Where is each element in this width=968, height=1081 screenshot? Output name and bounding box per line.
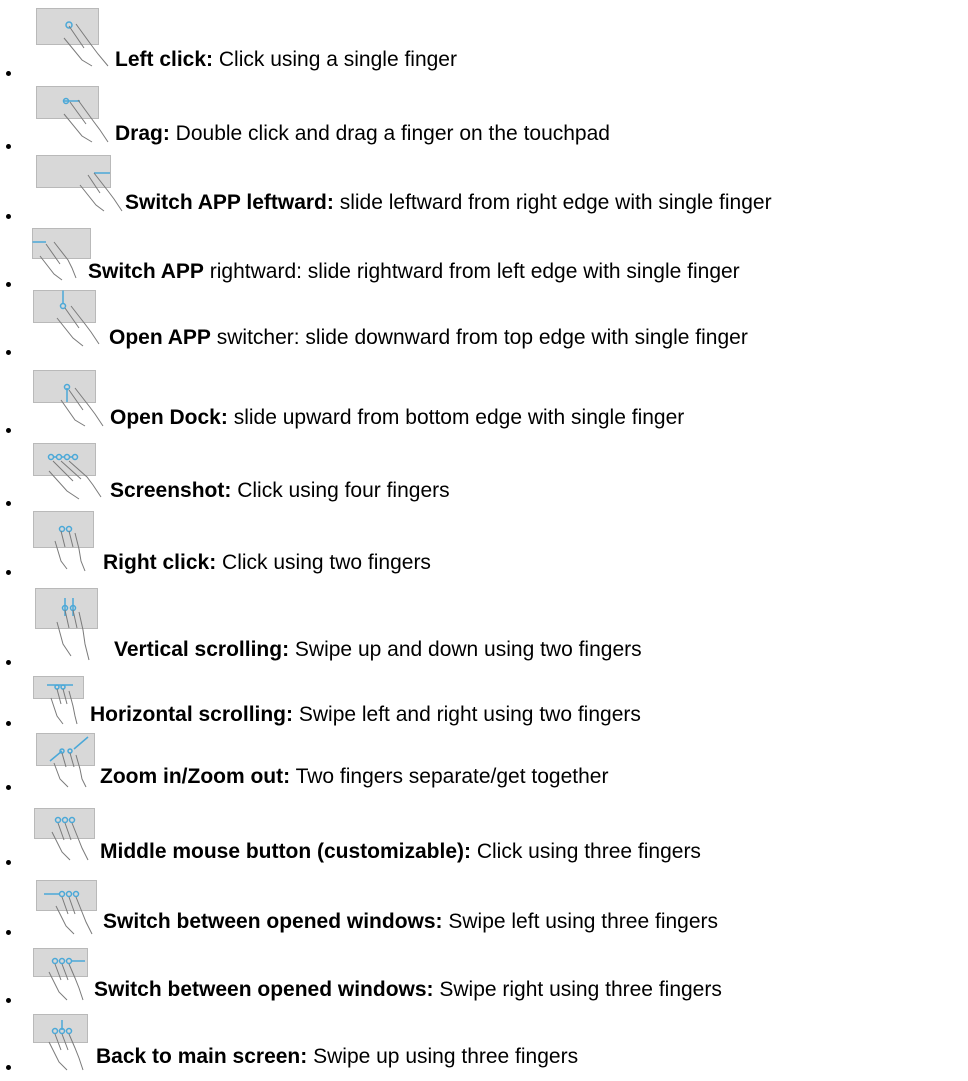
single-finger-tap-icon — [36, 8, 116, 74]
item-description: Click using four fingers — [231, 479, 450, 502]
item-text: Zoom in/Zoom out: Two fingers separate/g… — [100, 765, 608, 789]
bullet — [6, 930, 11, 935]
item-text: Switch between opened windows: Swipe rig… — [94, 978, 722, 1002]
bullet — [6, 570, 11, 575]
pinch-zoom-icon — [36, 733, 102, 789]
bullet — [6, 998, 11, 1003]
two-finger-tap-icon — [33, 511, 99, 573]
item-text: Drag: Double click and drag a finger on … — [115, 122, 610, 146]
bullet — [6, 1065, 11, 1070]
bullet — [6, 144, 11, 149]
item-term: Horizontal scrolling: — [90, 703, 294, 726]
item-description: Click using two fingers — [216, 551, 431, 574]
item-text: Open APP switcher: slide downward from t… — [109, 326, 748, 350]
item-text: Vertical scrolling: Swipe up and down us… — [114, 638, 642, 662]
bullet — [6, 860, 11, 865]
item-term: Right click: — [103, 551, 217, 574]
bullet — [6, 350, 11, 355]
item-term: Vertical scrolling: — [114, 638, 290, 661]
item-description: Swipe up and down using two fingers — [289, 638, 642, 661]
bullet — [6, 282, 11, 287]
bullet — [6, 501, 11, 506]
item-text: Open Dock: slide upward from bottom edge… — [110, 406, 684, 430]
three-finger-swipe-right-icon — [33, 948, 93, 1004]
item-text: Switch APP rightward: slide rightward fr… — [88, 260, 740, 284]
bullet — [6, 785, 11, 790]
item-term: Middle mouse button (customizable): — [100, 840, 471, 863]
bullet — [6, 71, 11, 76]
item-term: Switch between opened windows: — [103, 910, 443, 933]
item-description: rightward: slide rightward from left edg… — [203, 260, 740, 283]
item-description: Two fingers separate/get together — [290, 765, 609, 788]
bullet — [6, 721, 11, 726]
item-text: Back to main screen: Swipe up using thre… — [96, 1045, 578, 1069]
bullet — [6, 214, 11, 219]
single-finger-drag-icon — [36, 86, 116, 148]
item-description: Swipe left and right using two fingers — [293, 703, 641, 726]
item-description: slide upward from bottom edge with singl… — [227, 406, 685, 429]
item-term: Switch APP — [88, 260, 204, 283]
bullet — [6, 660, 11, 665]
item-term: Zoom in/Zoom out: — [100, 765, 291, 788]
item-description: Double click and drag a finger on the to… — [169, 122, 610, 145]
item-text: Left click: Click using a single finger — [115, 48, 457, 72]
item-description: slide leftward from right edge with sing… — [333, 191, 772, 214]
three-finger-tap-icon — [34, 808, 100, 864]
item-term: Switch between opened windows: — [94, 978, 434, 1001]
three-finger-swipe-up-icon — [33, 1014, 93, 1072]
item-term: Left click: — [115, 48, 214, 71]
item-description: Swipe up using three fingers — [307, 1045, 579, 1068]
item-description: Swipe right using three fingers — [433, 978, 722, 1001]
swipe-from-left-edge-icon — [32, 228, 94, 281]
item-text: Middle mouse button (customizable): Clic… — [100, 840, 701, 864]
four-finger-tap-icon — [33, 443, 105, 503]
item-term: Open APP — [109, 326, 211, 349]
item-description: switcher: slide downward from top edge w… — [210, 326, 748, 349]
two-finger-vertical-scroll-icon — [35, 588, 105, 664]
item-term: Back to main screen: — [96, 1045, 308, 1068]
two-finger-horizontal-scroll-icon — [33, 676, 89, 726]
item-term: Switch APP leftward: — [125, 191, 334, 214]
item-text: Switch APP leftward: slide leftward from… — [125, 191, 772, 215]
item-term: Open Dock: — [110, 406, 228, 429]
three-finger-swipe-left-icon — [36, 880, 102, 936]
item-description: Click using a single finger — [213, 48, 457, 71]
item-term: Screenshot: — [110, 479, 232, 502]
swipe-from-top-edge-icon — [33, 290, 103, 350]
item-text: Right click: Click using two fingers — [103, 551, 431, 575]
swipe-from-bottom-edge-icon — [33, 370, 105, 430]
swipe-from-right-edge-icon — [36, 155, 126, 217]
item-text: Screenshot: Click using four fingers — [110, 479, 450, 503]
item-text: Switch between opened windows: Swipe lef… — [103, 910, 718, 934]
item-text: Horizontal scrolling: Swipe left and rig… — [90, 703, 641, 727]
item-description: Swipe left using three fingers — [442, 910, 719, 933]
bullet — [6, 428, 11, 433]
item-term: Drag: — [115, 122, 170, 145]
item-description: Click using three fingers — [471, 840, 701, 863]
